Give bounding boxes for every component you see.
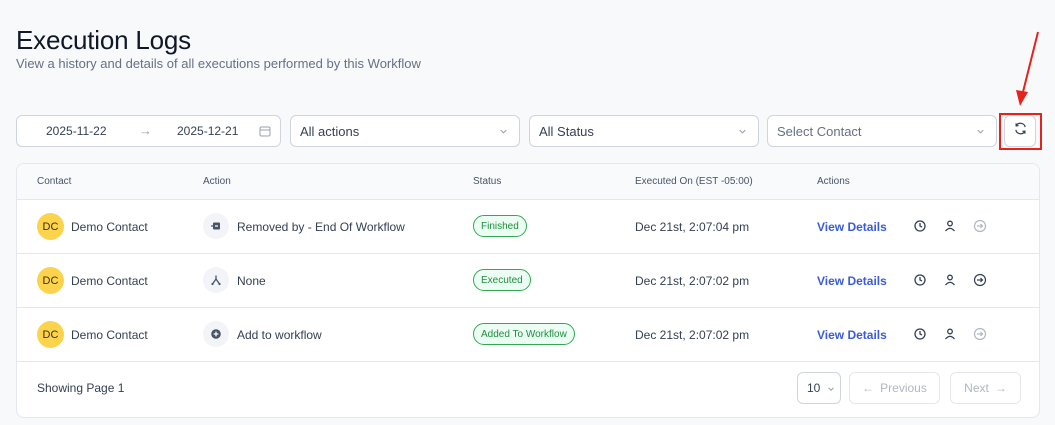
chevron-down-icon [498, 125, 509, 140]
exit-icon [973, 327, 987, 341]
status-badge: Added To Workflow [473, 323, 575, 345]
column-header-contact: Contact [37, 176, 72, 187]
action-filter-value: All actions [300, 123, 360, 139]
view-details-link[interactable]: View Details [817, 328, 887, 342]
annotation-arrow-icon [1016, 31, 1039, 106]
column-header-action: Action [203, 176, 231, 187]
column-header-executed-on: Executed On (EST -05:00) [635, 176, 753, 187]
previous-label: Previous [880, 381, 927, 395]
contact-name: Demo Contact [71, 328, 148, 342]
column-header-status: Status [473, 176, 502, 187]
showing-page-text: Showing Page 1 [37, 381, 125, 395]
table-row: DC Demo Contact Removed by - End Of Work… [17, 200, 1039, 254]
status-filter-select[interactable]: All Status [529, 115, 759, 147]
arrow-right-icon: → [139, 123, 152, 138]
page-title: Execution Logs [16, 25, 191, 55]
table-header: Contact Action Status Executed On (EST -… [17, 164, 1039, 200]
table-row: DC Demo Contact Add to workflow Added To… [17, 308, 1039, 362]
action-text: None [237, 274, 266, 288]
action-text: Removed by - End Of Workflow [237, 220, 405, 234]
avatar: DC [37, 321, 64, 348]
executed-on: Dec 21st, 2:07:02 pm [635, 328, 750, 342]
executed-on: Dec 21st, 2:07:04 pm [635, 220, 750, 234]
user-icon[interactable] [943, 273, 957, 287]
previous-page-button[interactable]: ← Previous [849, 372, 940, 404]
exit-icon [973, 219, 987, 233]
history-icon[interactable] [913, 273, 927, 287]
avatar: DC [37, 213, 64, 240]
chevron-down-icon [826, 383, 836, 397]
remove-from-workflow-icon [203, 213, 229, 239]
history-icon[interactable] [913, 219, 927, 233]
view-details-link[interactable]: View Details [817, 274, 887, 288]
date-start[interactable]: 2025-11-22 [46, 124, 107, 138]
execution-logs-table: Contact Action Status Executed On (EST -… [16, 163, 1040, 418]
action-filter-select[interactable]: All actions [290, 115, 520, 147]
column-header-actions: Actions [817, 176, 850, 187]
avatar: DC [37, 267, 64, 294]
status-badge: Finished [473, 215, 527, 237]
arrow-right-icon: → [994, 381, 1007, 395]
status-badge: Executed [473, 269, 531, 291]
chevron-down-icon [975, 125, 986, 140]
status-filter-value: All Status [539, 123, 594, 139]
contact-name: Demo Contact [71, 274, 148, 288]
exit-icon[interactable] [973, 273, 987, 287]
next-label: Next [964, 381, 989, 395]
page-size-value: 10 [807, 381, 821, 395]
arrow-left-icon: ← [862, 381, 875, 395]
date-end[interactable]: 2025-12-21 [177, 124, 238, 138]
annotation-highlight-box [999, 113, 1042, 150]
contact-filter-placeholder: Select Contact [777, 123, 862, 139]
action-text: Add to workflow [237, 328, 322, 342]
table-row: DC Demo Contact None Executed Dec 21st, … [17, 254, 1039, 308]
history-icon[interactable] [913, 327, 927, 341]
user-icon[interactable] [943, 327, 957, 341]
calendar-icon [259, 125, 271, 140]
chevron-down-icon [737, 125, 748, 140]
contact-name: Demo Contact [71, 220, 148, 234]
table-footer: Showing Page 1 10 ← Previous Next → [17, 360, 1039, 417]
add-circle-icon [203, 321, 229, 347]
user-icon[interactable] [943, 219, 957, 233]
page-size-select[interactable]: 10 [797, 372, 841, 404]
view-details-link[interactable]: View Details [817, 220, 887, 234]
next-page-button[interactable]: Next → [950, 372, 1021, 404]
branch-icon [203, 267, 229, 293]
contact-filter-select[interactable]: Select Contact [767, 115, 997, 147]
page-subtitle: View a history and details of all execut… [16, 56, 421, 71]
executed-on: Dec 21st, 2:07:02 pm [635, 274, 750, 288]
date-range-picker[interactable]: 2025-11-22 → 2025-12-21 [16, 115, 281, 147]
